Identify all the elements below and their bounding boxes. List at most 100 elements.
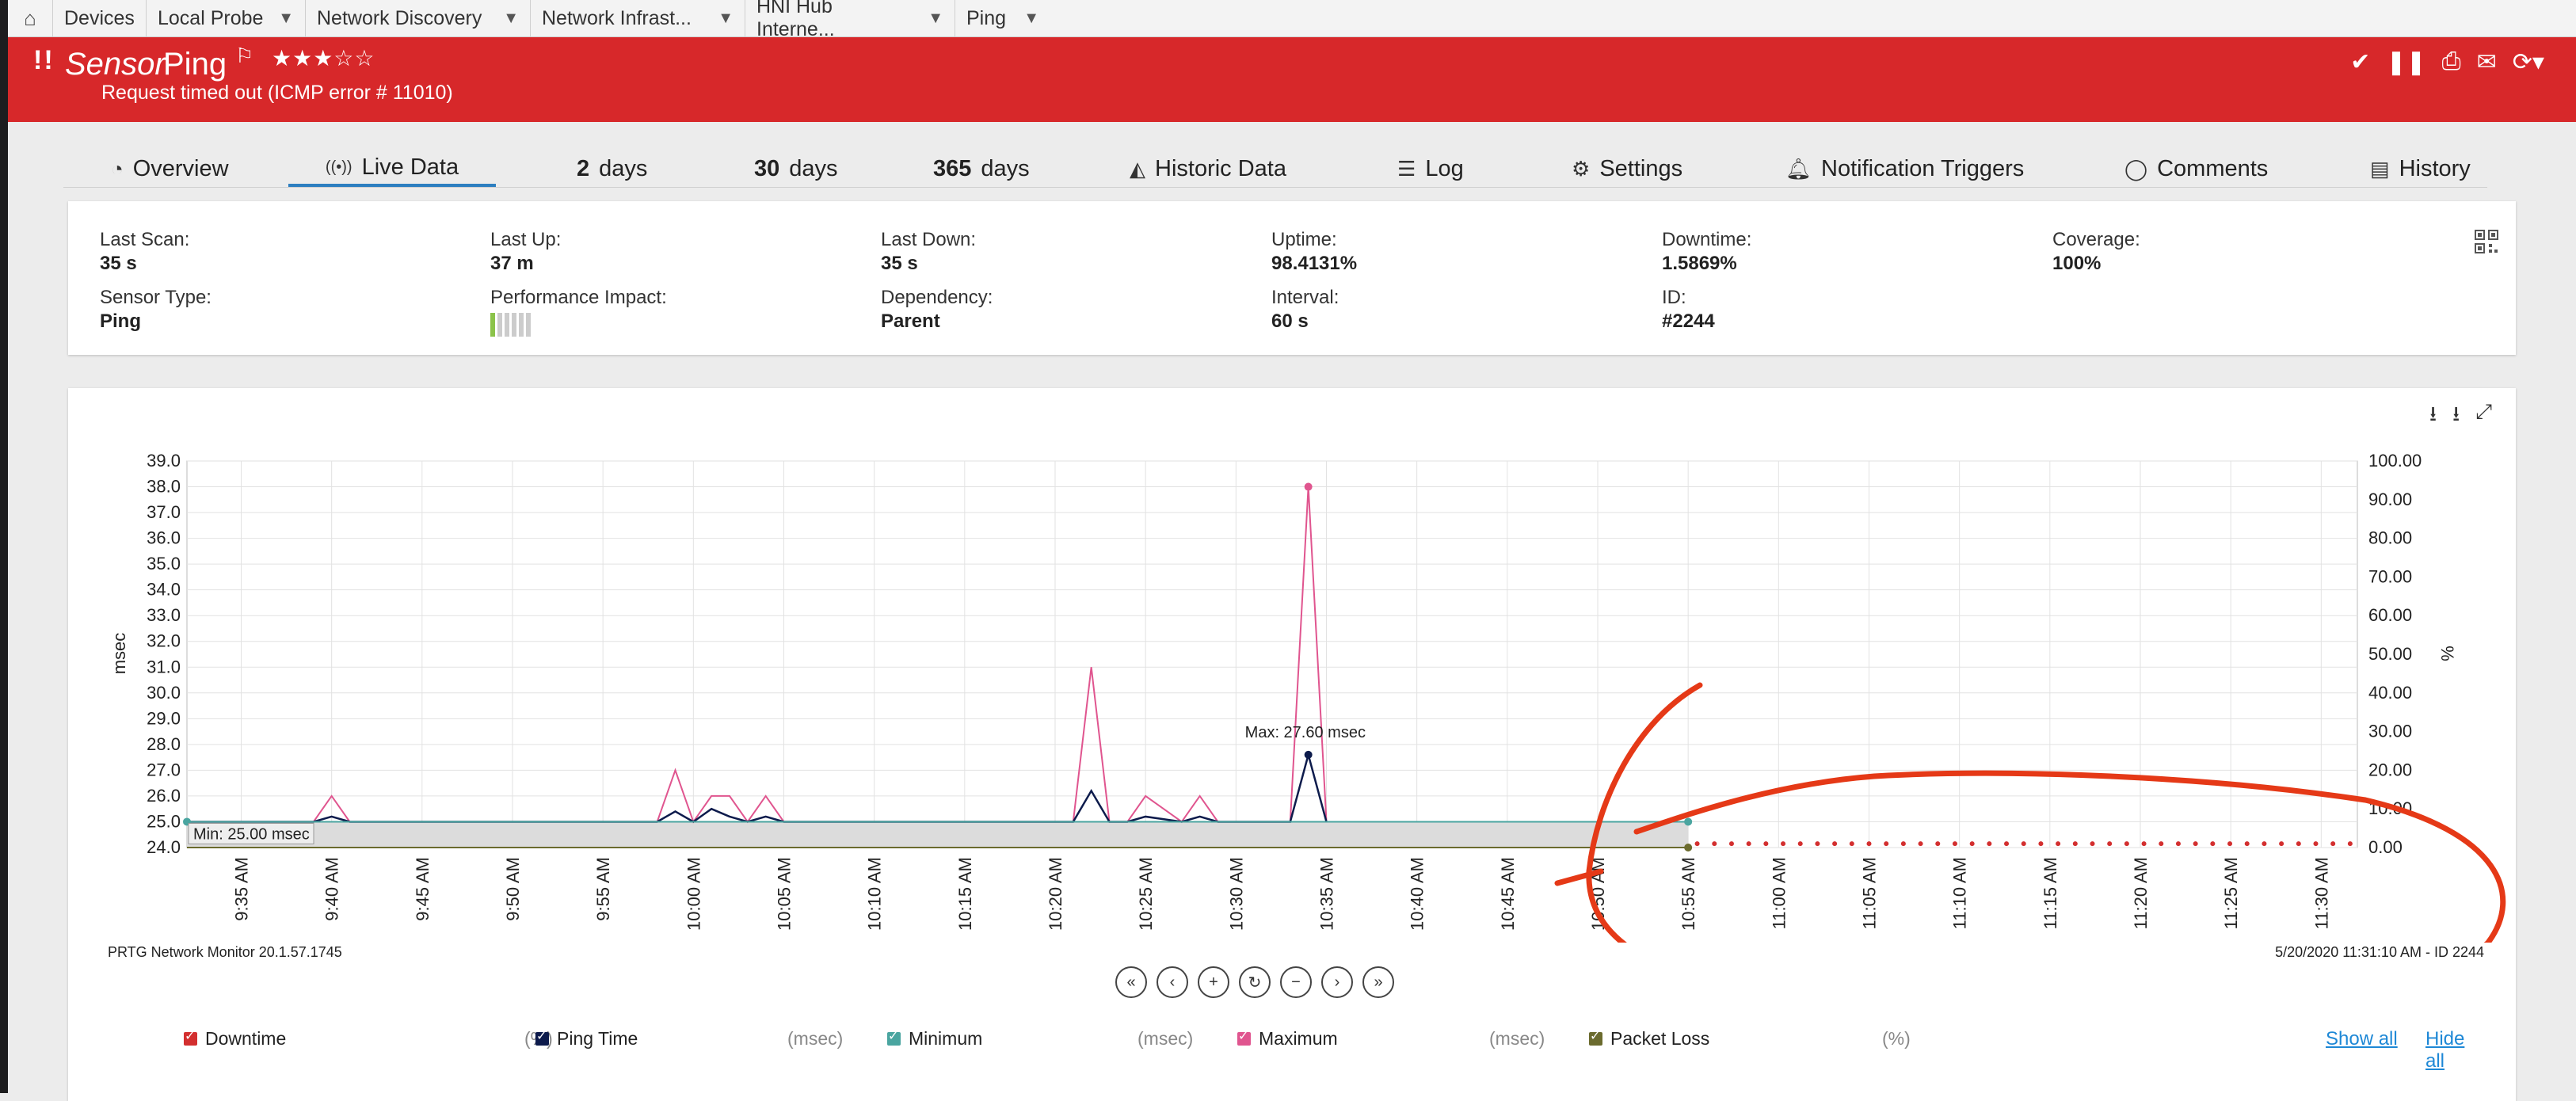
y-tick-label: 38.0 bbox=[147, 477, 181, 497]
downtime-marker bbox=[2244, 841, 2250, 847]
gear-icon: ⚙ bbox=[1572, 156, 1591, 181]
y-tick-label: 37.0 bbox=[147, 502, 181, 522]
x-tick-label: 10:10 AM bbox=[865, 857, 885, 931]
minimum-area bbox=[187, 821, 1689, 848]
x-tick-label: 10:45 AM bbox=[1498, 857, 1518, 931]
max-annotation: Max: 27.60 msec bbox=[1245, 724, 1366, 741]
sensor-info-card: Last Scan: 35 s Last Up: 37 m Last Down: 35… bbox=[68, 201, 2516, 355]
zoom-in-icon[interactable]: + bbox=[1198, 966, 1229, 998]
hide-all-link[interactable]: Hide all bbox=[2425, 1028, 2484, 1072]
downtime-marker bbox=[1781, 841, 1786, 847]
flag-icon[interactable]: ⚐ bbox=[235, 44, 253, 68]
legend-maximum[interactable]: Maximum(msec) bbox=[1237, 1028, 1545, 1050]
breadcrumb-local-probe[interactable]: Local Probe ▼ bbox=[147, 0, 306, 36]
legend-minimum[interactable]: Minimum(msec) bbox=[887, 1028, 1193, 1050]
downtime-marker bbox=[1849, 841, 1854, 847]
tab-comments[interactable]: ◯ Comments bbox=[2124, 150, 2268, 187]
refresh-icon[interactable]: ⟳▾ bbox=[2513, 48, 2544, 76]
downtime-marker bbox=[2021, 841, 2026, 847]
performance-impact-segment bbox=[497, 313, 502, 337]
reset-zoom-icon[interactable]: ↻ bbox=[1239, 966, 1271, 998]
home-icon[interactable]: ⌂ bbox=[8, 0, 53, 36]
performance-impact-segment bbox=[512, 313, 516, 337]
breadcrumb-network-infrastructure[interactable]: Network Infrast... ▼ bbox=[531, 0, 745, 36]
comment-icon: ◯ bbox=[2124, 156, 2148, 181]
desktop-dock-edge bbox=[0, 0, 8, 1093]
downtime-marker bbox=[2141, 841, 2147, 847]
chevron-down-icon[interactable]: ▼ bbox=[264, 10, 294, 28]
downtime-marker bbox=[1832, 841, 1838, 847]
x-tick-label: 10:35 AM bbox=[1317, 857, 1337, 931]
info-downtime: Downtime: 1.5869% bbox=[1662, 229, 1752, 274]
zoom-out-icon[interactable]: − bbox=[1280, 966, 1312, 998]
x-tick-label: 9:50 AM bbox=[503, 857, 523, 921]
legend-downtime[interactable]: Downtime(%) bbox=[184, 1028, 553, 1050]
previous-icon[interactable]: ‹ bbox=[1157, 966, 1188, 998]
checkbox-icon[interactable] bbox=[184, 1028, 197, 1046]
graph-legend: Downtime(%) Ping Time(msec) Minimum(msec… bbox=[116, 1028, 2484, 1072]
breadcrumb-ping[interactable]: Ping ▼ bbox=[955, 0, 1050, 36]
checkbox-icon[interactable] bbox=[1237, 1028, 1251, 1046]
x-tick-label: 10:20 AM bbox=[1046, 857, 1065, 931]
downtime-marker bbox=[2313, 841, 2319, 847]
downtime-marker bbox=[1712, 841, 1717, 847]
x-tick-label: 11:05 AM bbox=[1860, 857, 1880, 929]
tab-history[interactable]: ▤ History bbox=[2370, 150, 2471, 187]
breadcrumb-network-discovery[interactable]: Network Discovery ▼ bbox=[306, 0, 531, 36]
downtime-marker bbox=[1746, 841, 1751, 847]
info-id: ID: #2244 bbox=[1662, 287, 1715, 332]
tab-30-days[interactable]: 30 days bbox=[754, 150, 838, 187]
chevron-down-icon[interactable]: ▼ bbox=[703, 10, 734, 28]
priority-stars[interactable]: ★★★☆☆ bbox=[272, 45, 375, 71]
x-tick-label: 10:15 AM bbox=[955, 857, 975, 931]
tab-historic-data[interactable]: ◭ Historic Data bbox=[1130, 150, 1286, 187]
legend-ping-time[interactable]: Ping Time(msec) bbox=[535, 1028, 843, 1050]
tab-overview[interactable]: ◔ Overview bbox=[111, 150, 229, 187]
tab-live-data[interactable]: ((•)) Live Data bbox=[288, 150, 496, 187]
x-tick-label: 11:25 AM bbox=[2221, 857, 2241, 929]
x-tick-label: 9:55 AM bbox=[593, 857, 613, 921]
downtime-marker bbox=[1935, 841, 1941, 847]
last-page-icon[interactable]: » bbox=[1362, 966, 1394, 998]
downtime-marker bbox=[2124, 841, 2129, 847]
checkbox-icon[interactable] bbox=[887, 1028, 901, 1046]
next-icon[interactable]: › bbox=[1321, 966, 1353, 998]
check-icon[interactable]: ✔ bbox=[2350, 48, 2370, 76]
breadcrumb-hni-hub[interactable]: HNI Hub Interne... ▼ bbox=[745, 0, 955, 40]
ping-max-marker bbox=[1304, 750, 1313, 759]
graph-footer-version: PRTG Network Monitor 20.1.57.1745 bbox=[108, 944, 342, 960]
checkbox-icon[interactable] bbox=[535, 1028, 549, 1046]
packet-loss-marker bbox=[1684, 844, 1693, 851]
tab-settings[interactable]: ⚙ Settings bbox=[1572, 150, 1682, 187]
y-tick-label: 25.0 bbox=[147, 811, 181, 831]
mail-icon[interactable]: ✉ bbox=[2477, 48, 2497, 76]
y-tick-label: 29.0 bbox=[147, 708, 181, 728]
downtime-marker bbox=[1866, 841, 1872, 847]
tab-notification-triggers[interactable]: 🔔︎ Notification Triggers bbox=[1785, 150, 2024, 187]
downtime-marker bbox=[2296, 841, 2301, 847]
info-uptime: Uptime: 98.4131% bbox=[1271, 229, 1358, 274]
tab-2-days[interactable]: 2 days bbox=[577, 150, 647, 187]
y2-tick-label: 40.00 bbox=[2368, 683, 2412, 703]
breadcrumb-devices[interactable]: Devices bbox=[53, 0, 147, 36]
tab-log[interactable]: ☰ Log bbox=[1397, 150, 1464, 187]
list-icon: ☰ bbox=[1397, 156, 1416, 181]
tab-365-days[interactable]: 365 days bbox=[933, 150, 1030, 187]
info-dependency: Dependency: Parent bbox=[881, 287, 993, 332]
x-tick-label: 10:00 AM bbox=[684, 857, 703, 931]
chevron-down-icon[interactable]: ▼ bbox=[1009, 10, 1039, 28]
downtime-marker bbox=[1763, 841, 1769, 847]
qr-code-icon[interactable] bbox=[2475, 230, 2498, 253]
checkbox-icon[interactable] bbox=[1589, 1028, 1602, 1046]
legend-packet-loss[interactable]: Packet Loss(%) bbox=[1589, 1028, 1911, 1050]
downtime-marker bbox=[2193, 841, 2198, 847]
show-all-link[interactable]: Show all bbox=[2326, 1028, 2398, 1050]
export-icon[interactable]: ⎙ bbox=[2442, 48, 2461, 76]
x-tick-label: 11:00 AM bbox=[1769, 857, 1789, 929]
downtime-marker bbox=[1969, 841, 1975, 847]
downtime-marker bbox=[2347, 841, 2353, 847]
chevron-down-icon[interactable]: ▼ bbox=[913, 10, 943, 28]
pause-icon[interactable]: ❚❚ bbox=[2386, 48, 2425, 76]
first-page-icon[interactable]: « bbox=[1115, 966, 1147, 998]
chevron-down-icon[interactable]: ▼ bbox=[489, 10, 519, 28]
